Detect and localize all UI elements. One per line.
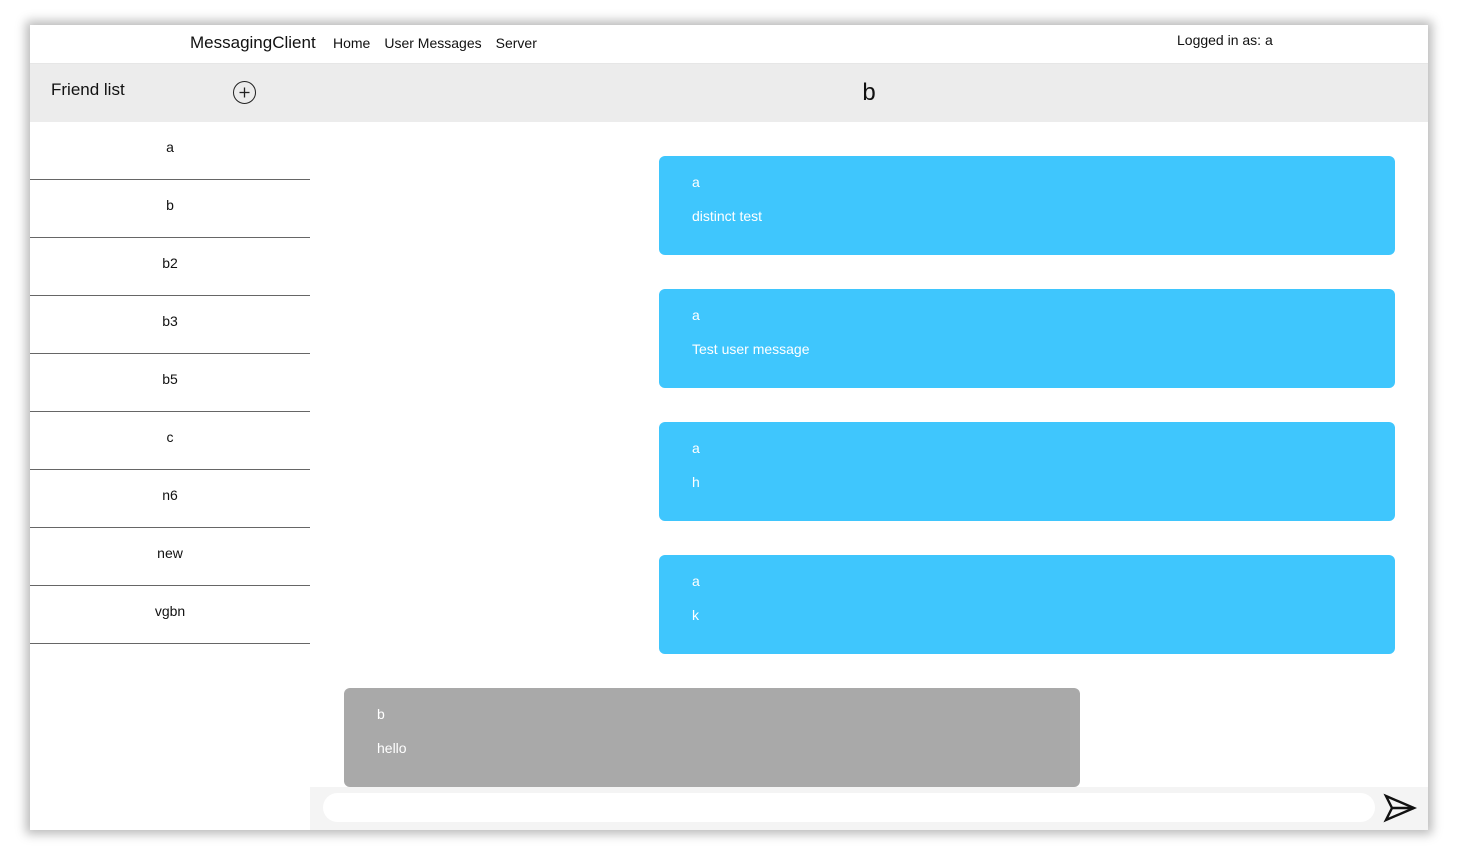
friend-list-title: Friend list bbox=[51, 80, 125, 99]
friend-item[interactable]: vgbn bbox=[30, 586, 310, 644]
nav-link-home[interactable]: Home bbox=[333, 35, 370, 51]
nav-link-server[interactable]: Server bbox=[496, 35, 537, 51]
add-friend-button[interactable] bbox=[233, 81, 256, 104]
app-window: MessagingClient Home User Messages Serve… bbox=[30, 25, 1428, 830]
message-sender: a bbox=[692, 307, 700, 323]
friend-item[interactable]: a bbox=[30, 122, 310, 180]
message-bubble-sent: a k bbox=[659, 555, 1395, 654]
friend-name: a bbox=[166, 138, 174, 155]
message-sender: a bbox=[692, 174, 700, 190]
friend-name: n6 bbox=[162, 486, 178, 503]
friend-name: c bbox=[166, 428, 174, 445]
message-bubble-sent: a h bbox=[659, 422, 1395, 521]
message-sender: b bbox=[377, 706, 385, 722]
nav-link-user-messages[interactable]: User Messages bbox=[384, 35, 481, 51]
message-sender: a bbox=[692, 573, 700, 589]
friend-list: a b b2 b3 b5 c n6 new vgbn bbox=[30, 122, 310, 644]
friend-item[interactable]: c bbox=[30, 412, 310, 470]
message-text: k bbox=[692, 607, 699, 623]
header-bar: Friend list b bbox=[30, 64, 1428, 122]
friend-item[interactable]: b3 bbox=[30, 296, 310, 354]
friend-item[interactable]: b5 bbox=[30, 354, 310, 412]
message-text: Test user message bbox=[692, 341, 810, 357]
message-sender: a bbox=[692, 440, 700, 456]
message-bubble-sent: a Test user message bbox=[659, 289, 1395, 388]
send-arrow-icon bbox=[1383, 793, 1418, 823]
top-navbar: MessagingClient Home User Messages Serve… bbox=[30, 25, 1428, 64]
message-text: hello bbox=[377, 740, 407, 756]
friend-item[interactable]: b2 bbox=[30, 238, 310, 296]
friend-item[interactable]: n6 bbox=[30, 470, 310, 528]
message-text: distinct test bbox=[692, 208, 763, 224]
chat-title: b bbox=[862, 79, 876, 106]
plus-circle-icon bbox=[239, 87, 250, 98]
friend-name: b3 bbox=[162, 312, 178, 329]
friend-item[interactable]: new bbox=[30, 528, 310, 586]
message-input[interactable] bbox=[323, 793, 1375, 822]
friend-name: vgbn bbox=[154, 602, 186, 619]
friend-name: b5 bbox=[162, 370, 178, 387]
send-button[interactable] bbox=[1383, 793, 1418, 823]
message-bubble-received: b hello bbox=[344, 688, 1080, 787]
message-bubble-sent: a distinct test bbox=[659, 156, 1395, 255]
brand-title[interactable]: MessagingClient bbox=[190, 33, 316, 53]
friend-name: b2 bbox=[162, 254, 178, 271]
friend-name: new bbox=[157, 544, 183, 561]
message-text: h bbox=[692, 474, 700, 490]
friend-name: b bbox=[166, 196, 174, 213]
logged-in-status: Logged in as: a bbox=[1177, 32, 1273, 48]
friend-item[interactable]: b bbox=[30, 180, 310, 238]
nav-links: Home User Messages Server bbox=[333, 35, 537, 51]
message-composer bbox=[310, 787, 1428, 830]
